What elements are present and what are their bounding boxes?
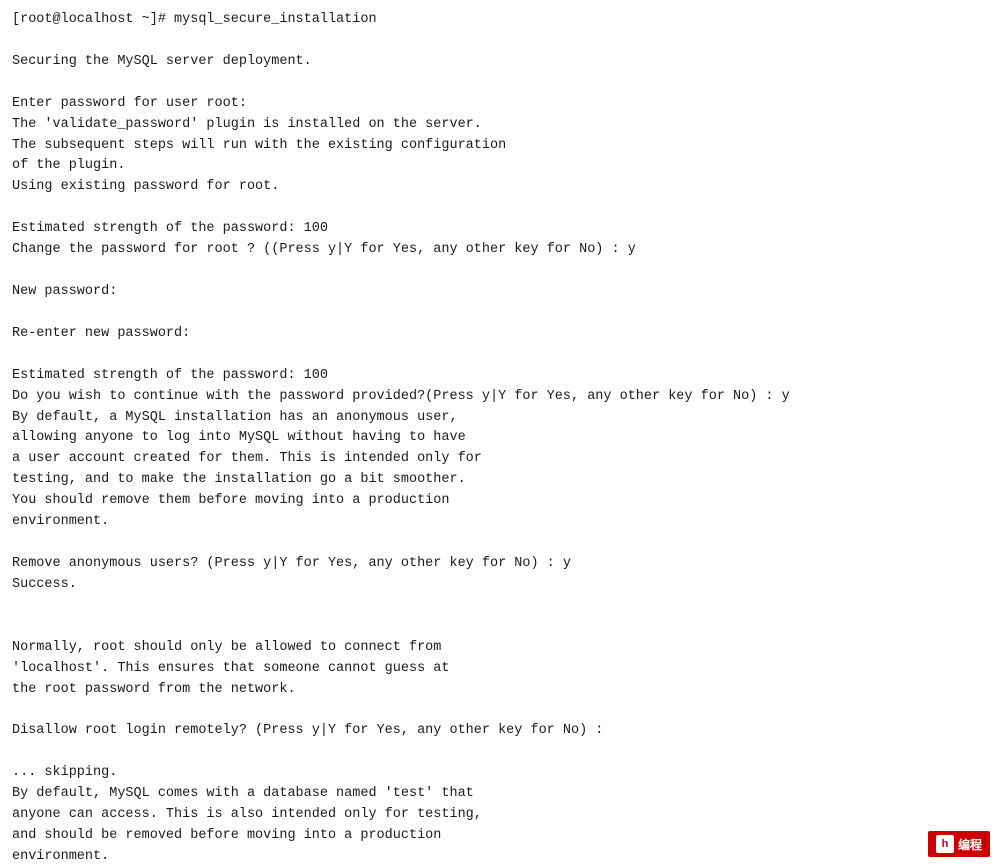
- watermark-badge: h 编程: [928, 831, 990, 857]
- terminal-output[interactable]: [root@localhost ~]# mysql_secure_install…: [12, 10, 988, 867]
- watermark-icon: h: [936, 835, 954, 853]
- watermark-text: 编程: [958, 836, 982, 853]
- terminal-window: [root@localhost ~]# mysql_secure_install…: [0, 0, 1000, 867]
